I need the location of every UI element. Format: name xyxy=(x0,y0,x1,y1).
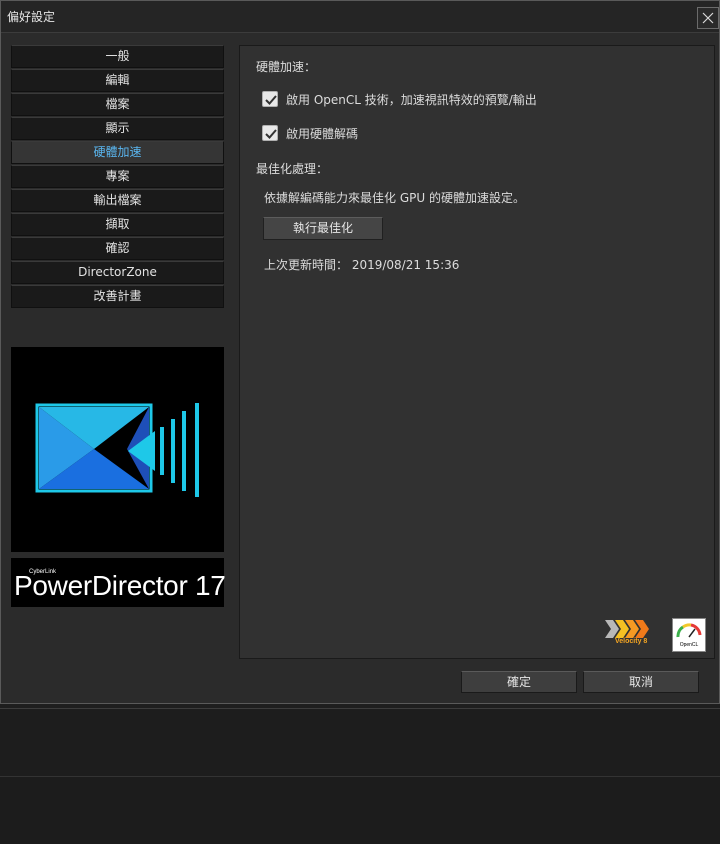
cancel-button[interactable]: 取消 xyxy=(583,671,699,693)
velocity-label: Velocity 8 xyxy=(615,638,648,645)
sidebar-item-project[interactable]: 專案 xyxy=(11,165,224,188)
sidebar-item-confirmation[interactable]: 確認 xyxy=(11,237,224,260)
hw-decode-label: 啟用硬體解碼 xyxy=(286,126,359,141)
sidebar-item-editing[interactable]: 編輯 xyxy=(11,69,224,92)
run-optimization-button[interactable]: 執行最佳化 xyxy=(263,217,383,240)
product-brand: CyberLink PowerDirector 17 xyxy=(11,558,226,607)
sidebar-item-general[interactable]: 一般 xyxy=(11,45,224,68)
preferences-dialog: 偏好設定 一般 編輯 檔案 顯示 硬體加速 專案 輸出檔案 擷取 確認 Dire… xyxy=(0,0,720,704)
opencl-label: 啟用 OpenCL 技術，加速視訊特效的預覽/輸出 xyxy=(286,92,537,107)
sidebar-item-output[interactable]: 輸出檔案 xyxy=(11,189,224,212)
sidebar-item-improvement[interactable]: 改善計畫 xyxy=(11,285,224,308)
product-logo xyxy=(11,347,224,552)
opencl-checkbox[interactable] xyxy=(262,91,278,107)
background-area-lower xyxy=(0,776,720,844)
sidebar-item-hardware-acceleration[interactable]: 硬體加速 xyxy=(11,141,224,164)
opencl-gauge-icon xyxy=(676,623,702,638)
opencl-logo-label: OpenCL xyxy=(679,642,699,648)
sidebar-item-capture[interactable]: 擷取 xyxy=(11,213,224,236)
opencl-option[interactable]: 啟用 OpenCL 技術，加速視訊特效的預覽/輸出 xyxy=(262,90,537,108)
close-button[interactable] xyxy=(697,7,719,29)
velocity-chevrons-icon xyxy=(605,620,649,638)
hw-decode-option[interactable]: 啟用硬體解碼 xyxy=(262,124,358,142)
product-name: PowerDirector 17 xyxy=(14,570,226,601)
optimize-description: 依據解編碼能力來最佳化 GPU 的硬體加速設定。 xyxy=(264,191,525,205)
checkmark-icon xyxy=(265,129,277,139)
sidebar-item-directorzone[interactable]: DirectorZone xyxy=(11,261,224,284)
sidebar-item-file[interactable]: 檔案 xyxy=(11,93,224,116)
background-area xyxy=(0,708,720,776)
ok-button[interactable]: 確定 xyxy=(461,671,577,693)
window-title: 偏好設定 xyxy=(7,10,56,24)
sidebar-nav: 一般 編輯 檔案 顯示 硬體加速 專案 輸出檔案 擷取 確認 DirectorZ… xyxy=(11,45,224,309)
checkmark-icon xyxy=(265,95,277,105)
sidebar-item-display[interactable]: 顯示 xyxy=(11,117,224,140)
last-update-time: 上次更新時間： 2019/08/21 15:36 xyxy=(264,258,460,272)
optimize-section-title: 最佳化處理： xyxy=(256,162,329,176)
title-bar: 偏好設定 xyxy=(1,1,719,33)
opencl-logo: OpenCL xyxy=(672,618,706,652)
hw-section-title: 硬體加速： xyxy=(256,60,317,74)
settings-panel: 硬體加速： 啟用 OpenCL 技術，加速視訊特效的預覽/輸出 啟用硬體解碼 最… xyxy=(239,45,715,659)
hw-decode-checkbox[interactable] xyxy=(262,125,278,141)
close-icon xyxy=(702,12,714,24)
powerdirector-logo-icon xyxy=(35,403,199,497)
velocity-logo: Velocity 8 xyxy=(605,620,655,650)
